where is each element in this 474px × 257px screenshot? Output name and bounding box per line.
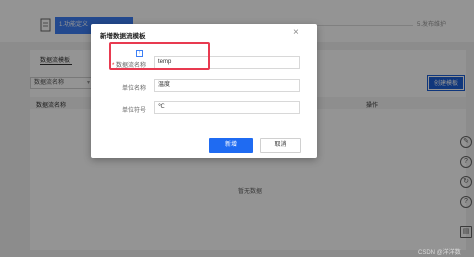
close-icon[interactable]: ×	[293, 27, 299, 38]
unit-symbol-input[interactable]: ℃	[154, 101, 300, 114]
unit-name-input[interactable]: 温度	[154, 79, 300, 92]
watermark-text: CSDN @洋洋数	[418, 250, 461, 256]
dialog-title: 新增数据流模板	[100, 33, 146, 40]
annotation-highlight-box	[109, 42, 210, 70]
confirm-add-button[interactable]: 新增	[209, 138, 253, 153]
field-label-unit-symbol: 单位符号	[121, 108, 146, 114]
cancel-button[interactable]: 取消	[260, 138, 301, 153]
field-label-unit-name: 单位名称	[121, 86, 146, 92]
new-template-dialog: 新增数据流模板 × ! * 数据流名称 temp 单位名称 温度 单位符号 ℃ …	[91, 24, 317, 158]
